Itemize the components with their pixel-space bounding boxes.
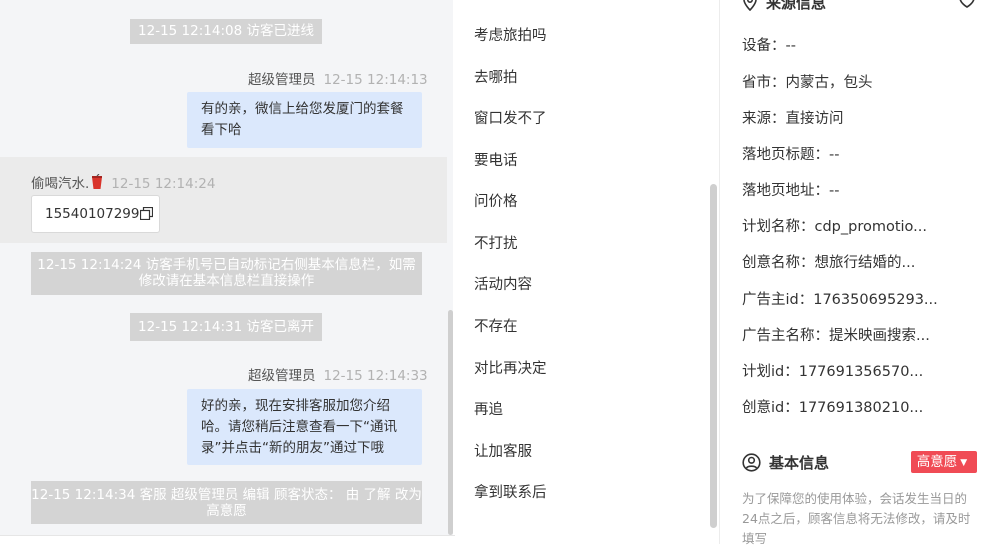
basic-info-title-text: 基本信息 (769, 454, 830, 472)
source-info-title: 来源信息 (742, 0, 826, 13)
chat-scrollbar-thumb[interactable] (448, 310, 453, 535)
quick-reply-item[interactable]: 对比再决定 (474, 357, 547, 378)
basic-info-title: 基本信息 (742, 452, 829, 473)
info-landing-title: 落地页标题：-- (742, 147, 840, 163)
system-message: 12-15 12:14:31 访客已离开 (130, 313, 322, 341)
info-advertiser-id: 广告主id：176350695293... (742, 292, 938, 308)
basic-info-note: 为了保障您的使用体验，会话发生当日的24点之后，顾客信息将无法修改，请及时填写 (742, 491, 971, 546)
message-time: 12-15 12:14:33 (323, 368, 428, 384)
system-message: 12-15 12:14:08 访客已进线 (130, 19, 322, 44)
user-circle-icon (742, 453, 761, 472)
chat-scrollbar[interactable] (447, 0, 455, 535)
info-advertiser-name: 广告主名称：提米映画搜索... (742, 328, 930, 344)
quick-reply-item[interactable]: 不存在 (474, 315, 518, 336)
message-time: 12-15 12:14:24 (111, 176, 216, 192)
source-info-title-text: 来源信息 (766, 0, 827, 12)
visitor-sender: 偷喝汽水. 12-15 12:14:24 (31, 172, 215, 194)
agent-message-bubble: 有的亲，微信上给您发厦门的套餐看下哈 (187, 92, 422, 148)
sender-name: 超级管理员 (248, 72, 316, 88)
system-message: 12-15 12:14:34 客服 超级管理员 编辑 顾客状态： 由 了解 改为… (31, 481, 422, 524)
shield-icon[interactable] (957, 0, 977, 12)
quick-reply-item[interactable]: 问价格 (474, 190, 518, 211)
info-source: 来源：直接访问 (742, 111, 844, 127)
caret-down-icon: ▼ (960, 458, 968, 468)
phone-number-text: 15540107299 (45, 206, 140, 222)
info-creative-id: 创意id：177691380210... (742, 400, 924, 416)
info-creative-name: 创意名称：想旅行结婚的... (742, 255, 916, 271)
visitor-info-panel: 来源信息 设备：-- 省市：内蒙古，包头 来源：直接访问 落地页标题：-- 落地… (720, 0, 993, 546)
intent-status-dropdown[interactable]: 高意愿 ▼ (911, 451, 977, 473)
info-landing-url: 落地页地址：-- (742, 183, 840, 199)
agent-sender: 超级管理员 12-15 12:14:33 (248, 364, 428, 384)
quick-reply-item[interactable]: 考虑旅拍吗 (474, 24, 547, 45)
quick-reply-scrollbar-thumb[interactable] (710, 184, 717, 528)
intent-status-label: 高意愿 (916, 454, 958, 470)
quick-reply-item[interactable]: 窗口发不了 (474, 107, 547, 128)
agent-message-bubble: 好的亲，现在安排客服加您介绍哈。请您稍后注意查看一下“通讯录”并点击“新的朋友”… (187, 389, 422, 465)
visitor-message-bubble: 15540107299 (31, 195, 160, 233)
sender-name: 超级管理员 (248, 368, 316, 384)
quick-reply-item[interactable]: 活动内容 (474, 273, 532, 294)
info-plan-name: 计划名称：cdp_promotio... (742, 219, 928, 235)
system-message: 12-15 12:14:24 访客手机号已自动标记右侧基本信息栏，如需修改请在基… (31, 252, 422, 295)
info-plan-id: 计划id：177691356570... (742, 364, 924, 380)
message-time: 12-15 12:14:13 (323, 72, 428, 88)
quick-reply-item[interactable]: 让加客服 (474, 440, 532, 461)
quick-reply-item[interactable]: 拿到联系后 (474, 481, 547, 502)
location-pin-icon (743, 0, 757, 12)
info-region: 省市：内蒙古，包头 (742, 75, 873, 91)
quick-reply-item[interactable]: 再追 (474, 398, 503, 419)
copy-icon[interactable] (140, 198, 154, 234)
sender-name: 偷喝汽水. (31, 176, 90, 192)
chat-pane: 12-15 12:14:08 访客已进线 超级管理员 12-15 12:14:13… (0, 0, 453, 535)
quick-reply-item[interactable]: 要电话 (474, 149, 518, 170)
visitor-message-row: 偷喝汽水. 12-15 12:14:24 15540107299 (0, 157, 447, 243)
soda-cup-icon (91, 173, 103, 194)
quick-reply-item[interactable]: 不打扰 (474, 232, 518, 253)
agent-sender: 超级管理员 12-15 12:14:13 (248, 68, 428, 88)
info-device: 设备：-- (742, 38, 796, 54)
quick-reply-list: 考虑旅拍吗 去哪拍 窗口发不了 要电话 问价格 不打扰 活动内容 不存在 对比再… (455, 0, 719, 544)
quick-reply-item[interactable]: 去哪拍 (474, 66, 518, 87)
